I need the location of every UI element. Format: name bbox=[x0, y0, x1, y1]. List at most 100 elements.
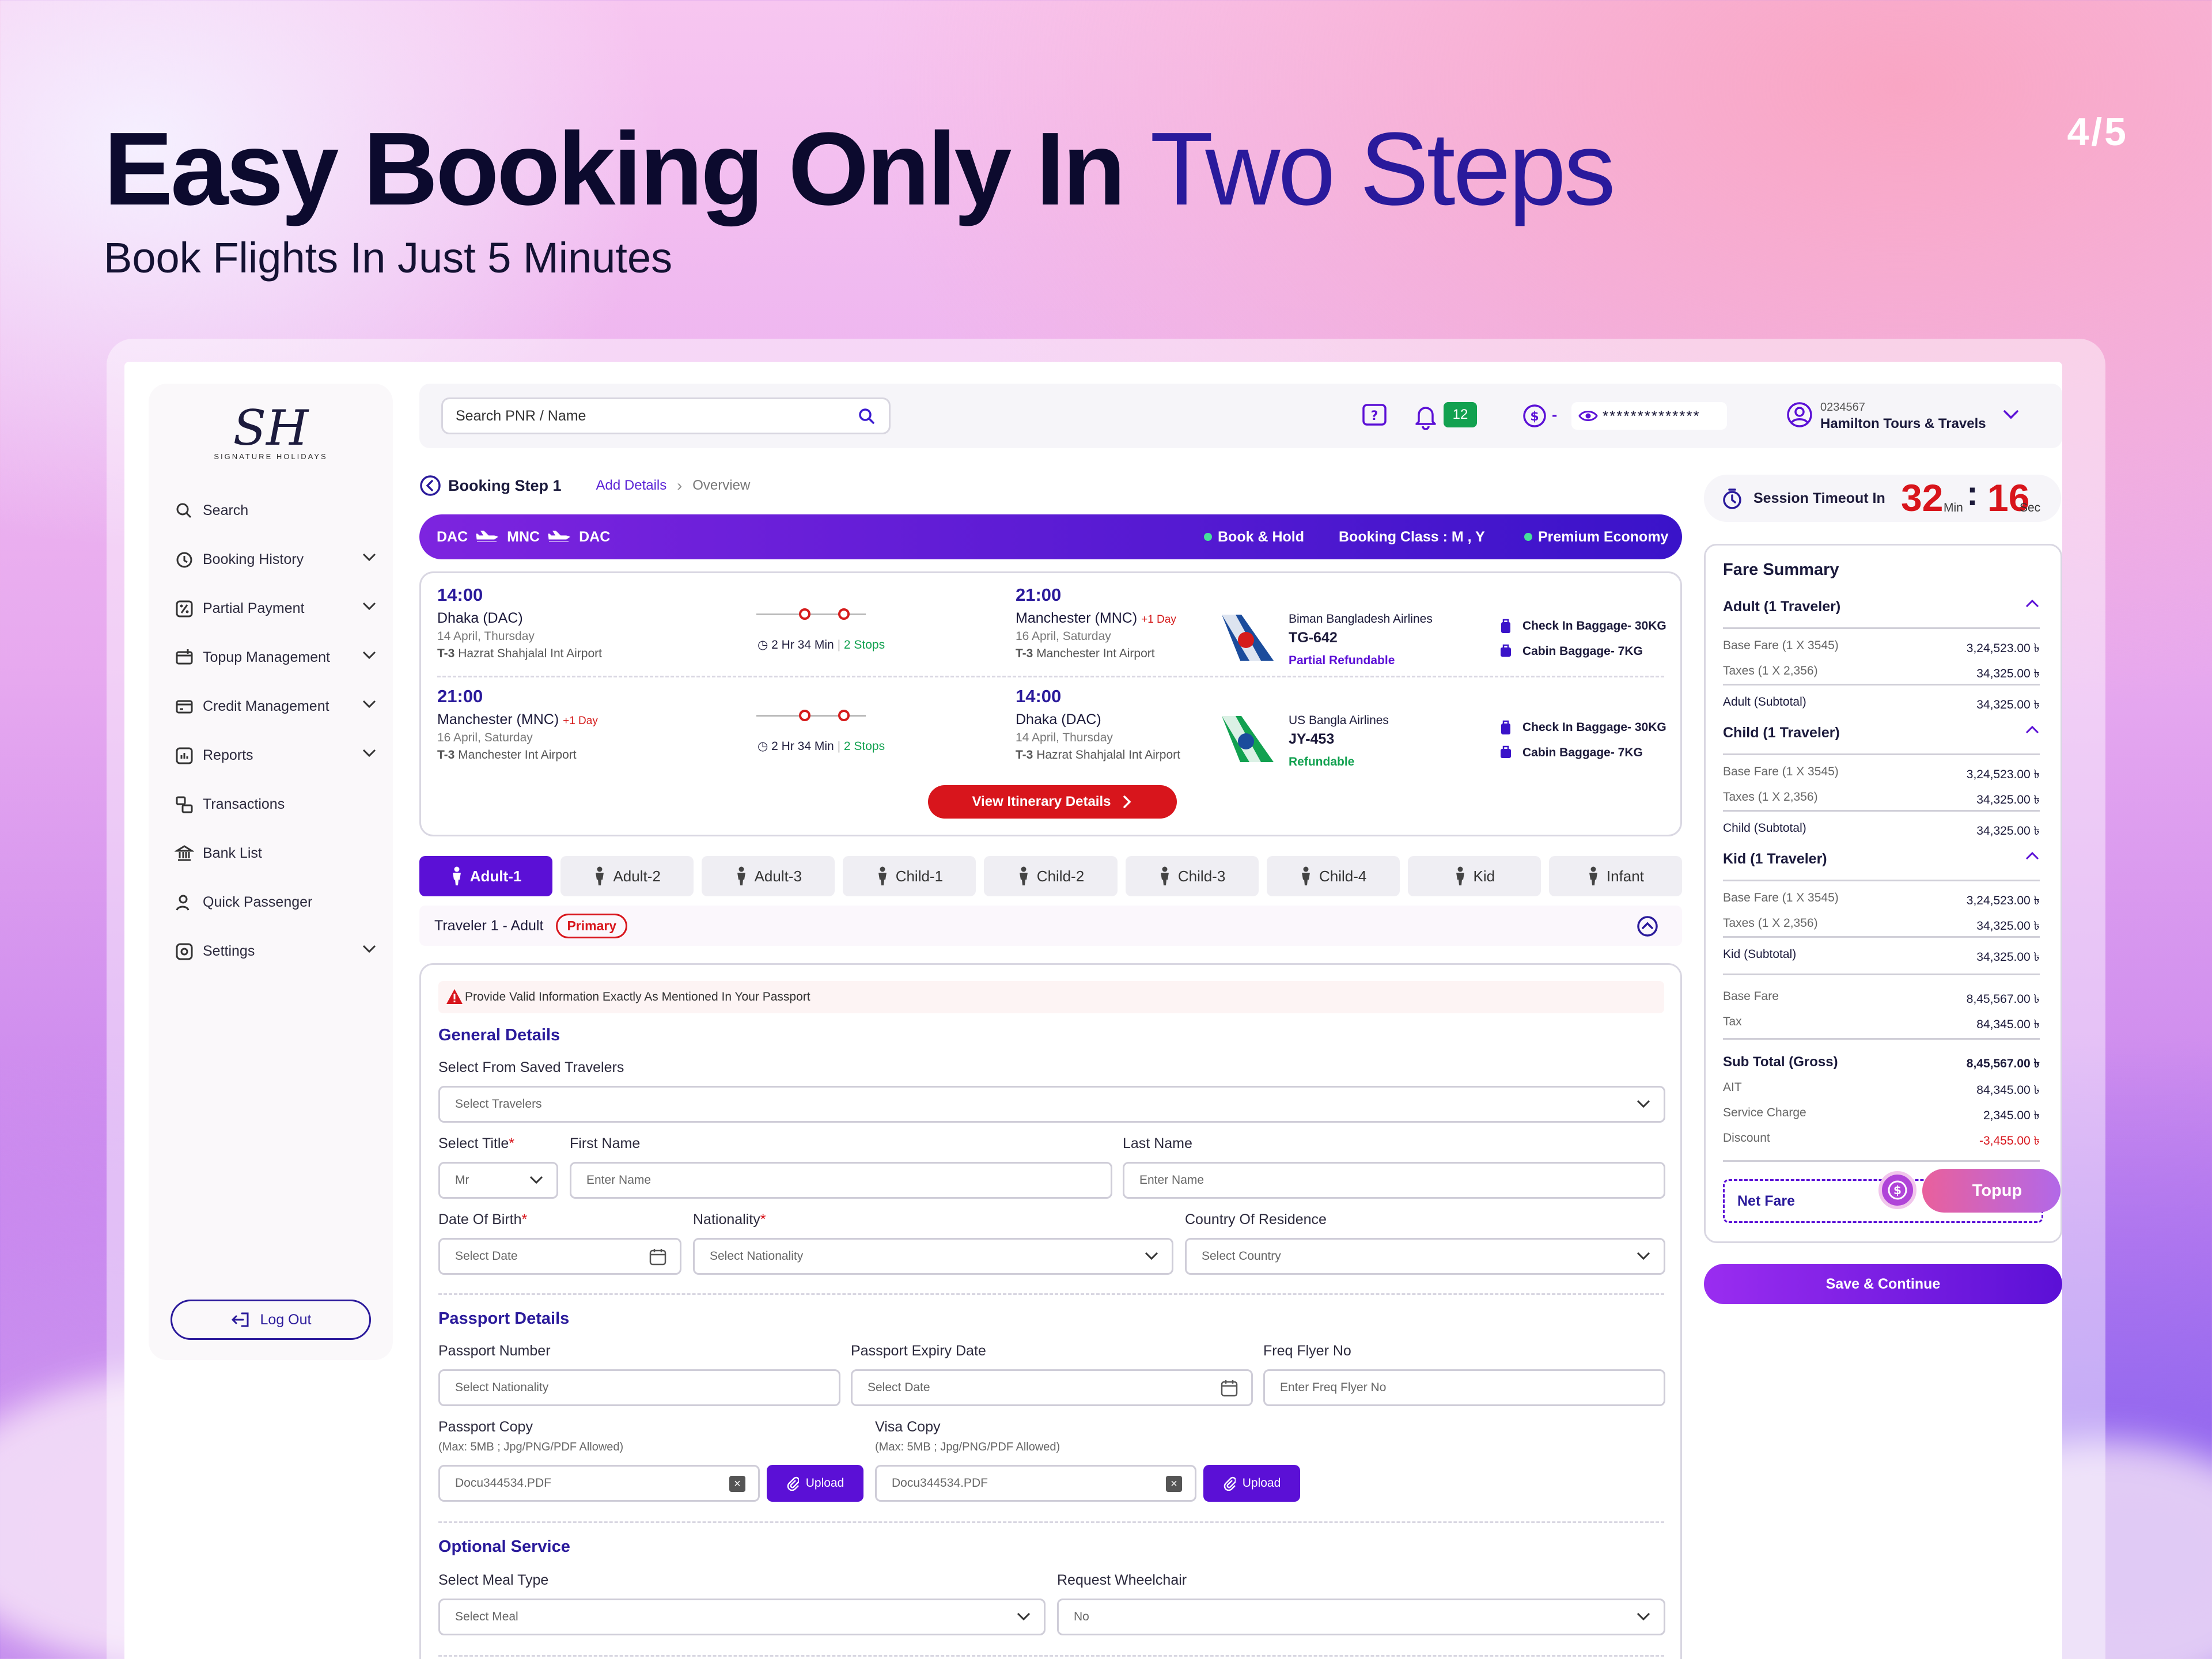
topup-button[interactable]: Topup bbox=[1922, 1169, 2061, 1213]
saved-travelers-select[interactable]: Select Travelers bbox=[438, 1086, 1665, 1123]
chevron-down-icon[interactable] bbox=[362, 551, 377, 563]
remove-file-icon[interactable]: × bbox=[1166, 1476, 1182, 1492]
view-itinerary-button[interactable]: View Itinerary Details bbox=[928, 785, 1177, 819]
nationality-select[interactable]: Select Nationality bbox=[693, 1238, 1173, 1275]
chevron-down-icon[interactable] bbox=[362, 747, 377, 759]
tab-child-3[interactable]: Child-3 bbox=[1125, 856, 1259, 896]
sidebar: SH SIGNATURE HOLIDAYS Search Booking Hist… bbox=[149, 384, 393, 1360]
report-icon bbox=[174, 745, 195, 766]
sidebar-item-topup-management[interactable]: Topup Management bbox=[174, 633, 377, 682]
collapse-chevron-icon[interactable] bbox=[1636, 915, 1659, 938]
sidebar-item-credit-management[interactable]: Credit Management bbox=[174, 682, 377, 731]
bell-icon[interactable] bbox=[1413, 403, 1438, 430]
tab-kid[interactable]: Kid bbox=[1407, 856, 1541, 896]
bank-icon bbox=[174, 843, 195, 864]
section-divider bbox=[438, 1655, 1664, 1657]
chevron-down-icon[interactable] bbox=[362, 649, 377, 661]
chevron-down-icon[interactable] bbox=[362, 943, 377, 955]
sidebar-item-partial-payment[interactable]: Partial Payment bbox=[174, 584, 377, 633]
logout-button[interactable]: Log Out bbox=[171, 1300, 371, 1340]
sidebar-item-booking-history[interactable]: Booking History bbox=[174, 535, 377, 584]
person-icon bbox=[1456, 866, 1464, 885]
departure-date: 16 April, Saturday bbox=[437, 731, 533, 744]
arrival-city: Dhaka (DAC) bbox=[1016, 711, 1101, 728]
first-name-input[interactable]: Enter Name bbox=[570, 1162, 1112, 1199]
dob-input[interactable]: Select Date bbox=[438, 1238, 681, 1275]
fare-group-title[interactable]: Adult (1 Traveler) bbox=[1723, 599, 2040, 615]
tab-adult-1[interactable]: Adult-1 bbox=[419, 856, 553, 896]
search-input[interactable]: Search PNR / Name bbox=[441, 397, 891, 434]
cabin-baggage: Cabin Baggage- 7KG bbox=[1522, 645, 1643, 658]
sidebar-item-reports[interactable]: Reports bbox=[174, 731, 377, 780]
account-name[interactable]: Hamilton Tours & Travels bbox=[1820, 416, 1986, 432]
person-icon bbox=[452, 866, 461, 885]
departure-time: 14:00 bbox=[437, 585, 483, 605]
sidebar-item-search[interactable]: Search bbox=[174, 486, 377, 535]
tab-child-2[interactable]: Child-2 bbox=[984, 856, 1118, 896]
back-arrow-icon[interactable] bbox=[419, 475, 441, 497]
fare-divider bbox=[1723, 627, 2040, 629]
visa-upload-button[interactable]: Upload bbox=[1203, 1465, 1300, 1502]
fare-group-title[interactable]: Kid (1 Traveler) bbox=[1723, 851, 2040, 868]
timer-minutes: 32 bbox=[1901, 476, 1944, 519]
country-residence-select[interactable]: Select Country bbox=[1185, 1238, 1665, 1275]
departure-city: Manchester (MNC) +1 Day bbox=[437, 711, 598, 728]
breadcrumb: Booking Step 1 Add Details › Overview bbox=[419, 474, 750, 498]
tab-child-1[interactable]: Child-1 bbox=[843, 856, 976, 896]
chevron-down-icon[interactable] bbox=[362, 698, 377, 710]
title-select[interactable]: Mr bbox=[438, 1162, 558, 1199]
tab-adult-3[interactable]: Adult-3 bbox=[702, 856, 835, 896]
last-name-input[interactable]: Enter Name bbox=[1123, 1162, 1665, 1199]
route-to: DAC bbox=[579, 528, 611, 545]
sidebar-item-bank-list[interactable]: Bank List bbox=[174, 829, 377, 878]
chevron-up-icon[interactable] bbox=[2025, 599, 2040, 609]
sidebar-item-label: Transactions bbox=[203, 796, 285, 812]
chevron-up-icon[interactable] bbox=[2025, 725, 2040, 735]
meal-select[interactable]: Select Meal bbox=[438, 1599, 1046, 1635]
remove-file-icon[interactable]: × bbox=[729, 1476, 745, 1492]
help-icon[interactable]: ? bbox=[1362, 403, 1387, 429]
tab-infant[interactable]: Infant bbox=[1548, 856, 1682, 896]
save-continue-button[interactable]: Save & Continue bbox=[1704, 1264, 2062, 1304]
passport-copy-hint: (Max: 5MB ; Jpg/PNG/PDF Allowed) bbox=[438, 1441, 624, 1453]
fare-service-row: Service Charge 2,345.00 ৳ bbox=[1723, 1106, 2040, 1122]
chevron-up-icon[interactable] bbox=[2025, 851, 2040, 861]
svg-text:$: $ bbox=[1530, 410, 1539, 424]
traveler-header[interactable]: Traveler 1 - Adult Primary bbox=[419, 906, 1682, 946]
fare-group-title[interactable]: Child (1 Traveler) bbox=[1723, 725, 2040, 741]
plane-icon bbox=[548, 531, 571, 542]
first-name-label: First Name bbox=[570, 1135, 641, 1152]
tab-child-4[interactable]: Child-4 bbox=[1266, 856, 1400, 896]
flight-leg: 14:00 Dhaka (DAC) 14 April, Thursday T-3… bbox=[421, 585, 1680, 683]
passport-upload-button[interactable]: Upload bbox=[767, 1465, 863, 1502]
settings-icon bbox=[174, 941, 195, 962]
tab-adult-2[interactable]: Adult-2 bbox=[560, 856, 694, 896]
breadcrumb-add-details[interactable]: Add Details bbox=[596, 478, 667, 494]
passport-copy-file: Docu344534.PDF × bbox=[438, 1465, 760, 1502]
chevron-down-icon[interactable] bbox=[362, 600, 377, 612]
eye-icon[interactable] bbox=[1578, 409, 1598, 423]
fare-total-tax-row: Tax 84,345.00 ৳ bbox=[1723, 1015, 2040, 1031]
dob-label: Date Of Birth* bbox=[438, 1211, 528, 1228]
fare-tax-row: Taxes (1 X 2,356) 34,325.00 ৳ bbox=[1723, 664, 2040, 680]
passport-expiry-input[interactable]: Select Date bbox=[851, 1369, 1253, 1406]
sidebar-item-settings[interactable]: Settings bbox=[174, 927, 377, 976]
airline-tail-logo bbox=[1222, 615, 1274, 661]
freq-flyer-input[interactable]: Enter Freq Flyer No bbox=[1263, 1369, 1665, 1406]
sidebar-item-label: Reports bbox=[203, 747, 253, 763]
title-label: Select Title* bbox=[438, 1135, 515, 1152]
wheelchair-select[interactable]: No bbox=[1057, 1599, 1665, 1635]
notification-count-badge: 12 bbox=[1444, 402, 1477, 427]
general-details-title: General Details bbox=[438, 1026, 560, 1044]
departure-terminal: T-3 Manchester Int Airport bbox=[437, 748, 577, 762]
flight-duration: ◷ 2 Hr 34 Min | 2 Stops bbox=[757, 638, 885, 652]
sidebar-item-quick-passenger[interactable]: Quick Passenger bbox=[174, 878, 377, 927]
breadcrumb-overview[interactable]: Overview bbox=[692, 478, 750, 494]
chevron-down-icon[interactable] bbox=[2002, 409, 2020, 421]
passport-number-input[interactable]: Select Nationality bbox=[438, 1369, 840, 1406]
country-residence-label: Country Of Residence bbox=[1185, 1211, 1327, 1228]
account-avatar-icon[interactable] bbox=[1786, 401, 1813, 429]
sidebar-item-transactions[interactable]: Transactions bbox=[174, 780, 377, 829]
last-name-label: Last Name bbox=[1123, 1135, 1192, 1152]
warning-icon bbox=[446, 989, 463, 1004]
